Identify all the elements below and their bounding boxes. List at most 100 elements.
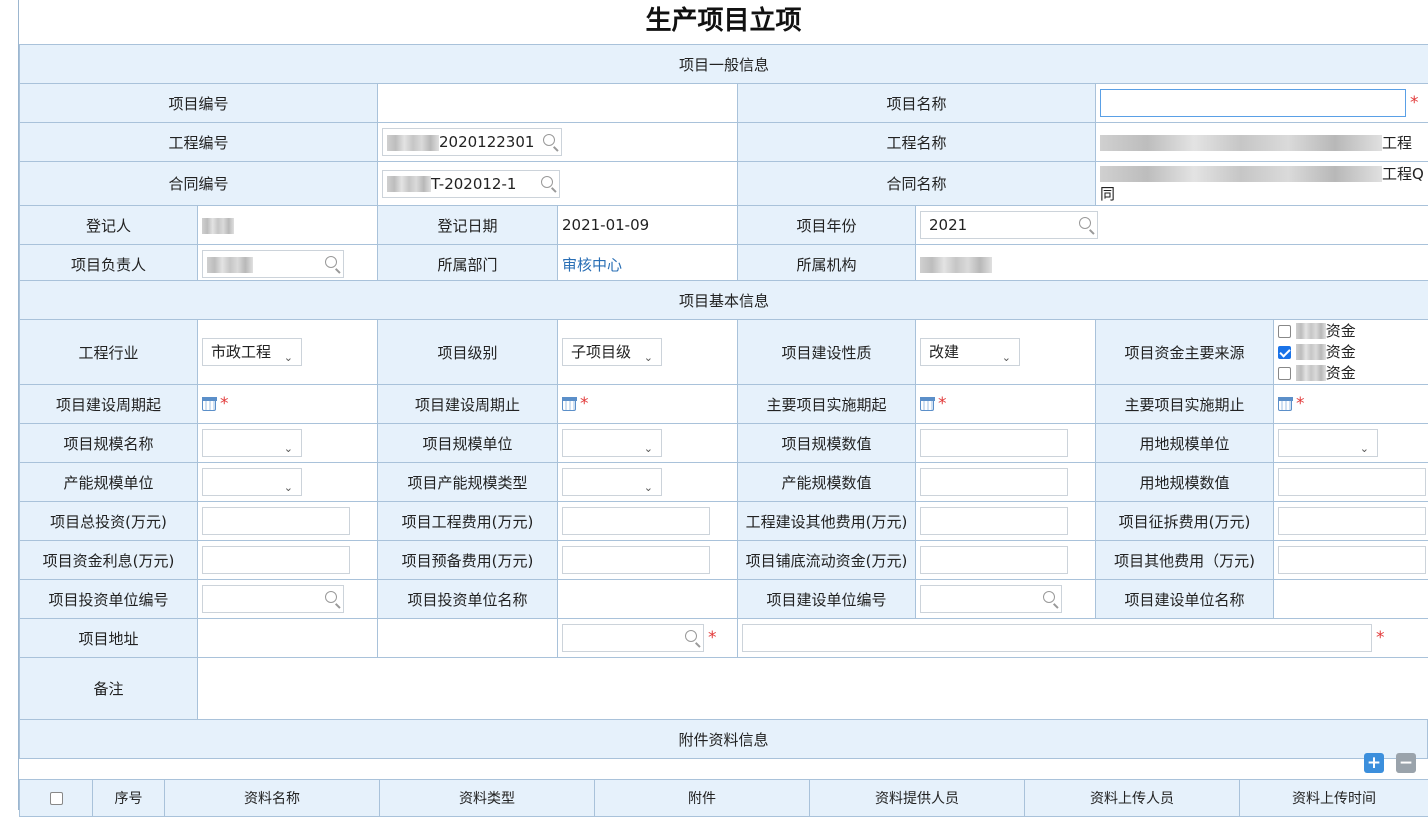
impl-start-label: 主要项目实施期起 xyxy=(738,385,916,424)
industry-select-value: 市政工程 xyxy=(211,343,271,361)
redacted-text xyxy=(1296,365,1326,381)
project-name-cell: * xyxy=(1096,84,1428,123)
fund-option-label: 资金 xyxy=(1326,343,1356,361)
leader-label: 项目负责人 xyxy=(20,245,198,284)
search-icon[interactable] xyxy=(543,134,555,146)
level-select[interactable]: 子项目级⌄ xyxy=(562,338,662,366)
fund-label: 项目资金主要来源 xyxy=(1096,320,1274,385)
scale-name-select[interactable]: ⌄ xyxy=(202,429,302,457)
build-unit-no-input[interactable] xyxy=(920,585,1062,613)
column-header[interactable]: 资料名称 xyxy=(165,780,380,817)
remove-button[interactable]: − xyxy=(1396,753,1416,773)
build-end-label: 项目建设周期止 xyxy=(378,385,558,424)
total-invest-cell xyxy=(198,502,378,541)
add-button[interactable]: + xyxy=(1364,753,1384,773)
other-cost-input[interactable] xyxy=(920,507,1068,535)
column-header[interactable]: 资料上传时间 xyxy=(1240,780,1428,817)
search-icon[interactable] xyxy=(1043,591,1055,603)
section-basic-header: 项目基本信息 xyxy=(20,281,1428,320)
address-district-cell: * xyxy=(558,619,738,658)
total-invest-label: 项目总投资(万元) xyxy=(20,502,198,541)
reg-date-label: 登记日期 xyxy=(378,206,558,245)
project-year-text: 2021 xyxy=(929,216,967,234)
invest-unit-no-input[interactable] xyxy=(202,585,344,613)
registrant-label: 登记人 xyxy=(20,206,198,245)
fund-option-label: 资金 xyxy=(1326,364,1356,382)
invest-unit-no-label: 项目投资单位编号 xyxy=(20,580,198,619)
scale-unit-select[interactable]: ⌄ xyxy=(562,429,662,457)
column-header[interactable]: 资料上传人员 xyxy=(1025,780,1240,817)
interest-label: 项目资金利息(万元) xyxy=(20,541,198,580)
cap-unit-select[interactable]: ⌄ xyxy=(202,468,302,496)
attach-toolbar: + − xyxy=(19,750,1428,778)
scale-name-cell: ⌄ xyxy=(198,424,378,463)
eng-no-input[interactable]: 2020122301 xyxy=(382,128,562,156)
fund-checkbox[interactable] xyxy=(1278,367,1291,380)
chevron-down-icon: ⌄ xyxy=(644,475,653,501)
nature-select[interactable]: 改建⌄ xyxy=(920,338,1020,366)
build-unit-no-cell xyxy=(916,580,1096,619)
project-name-input[interactable] xyxy=(1100,89,1406,117)
select-all-cell xyxy=(20,780,93,817)
fund-option[interactable]: 资金 xyxy=(1278,342,1424,363)
eng-cost-input[interactable] xyxy=(562,507,710,535)
eng-no-text: 2020122301 xyxy=(439,133,534,151)
project-no-label: 项目编号 xyxy=(20,84,378,123)
required-mark: * xyxy=(938,394,947,414)
eng-cost-label: 项目工程费用(万元) xyxy=(378,502,558,541)
fund-checkbox-checked[interactable] xyxy=(1278,346,1291,359)
calendar-icon[interactable] xyxy=(1278,398,1292,411)
industry-select[interactable]: 市政工程⌄ xyxy=(202,338,302,366)
project-year-input[interactable]: 2021 xyxy=(920,211,1098,239)
working-cap-input[interactable] xyxy=(920,546,1068,574)
interest-input[interactable] xyxy=(202,546,350,574)
contract-no-label: 合同编号 xyxy=(20,162,378,206)
contract-no-input[interactable]: T-202012-1 xyxy=(382,170,560,198)
attach-grid-header: 序号 资料名称 资料类型 附件 资料提供人员 资料上传人员 资料上传时间 xyxy=(19,779,1428,817)
fund-option[interactable]: 资金 xyxy=(1278,321,1424,342)
impl-end-cell: * xyxy=(1274,385,1428,424)
required-mark: * xyxy=(1410,93,1419,113)
eng-name-suffix: 工程 xyxy=(1382,134,1412,152)
reg-date-value: 2021-01-09 xyxy=(558,206,738,245)
search-icon[interactable] xyxy=(325,591,337,603)
calendar-icon[interactable] xyxy=(562,398,576,411)
demolish-input[interactable] xyxy=(1278,507,1426,535)
land-value-input[interactable] xyxy=(1278,468,1426,496)
calendar-icon[interactable] xyxy=(202,398,216,411)
industry-label: 工程行业 xyxy=(20,320,198,385)
misc-cost-input[interactable] xyxy=(1278,546,1426,574)
level-select-value: 子项目级 xyxy=(571,343,631,361)
leader-input[interactable] xyxy=(202,250,344,278)
land-unit-select[interactable]: ⌄ xyxy=(1278,429,1378,457)
column-header[interactable]: 资料类型 xyxy=(380,780,595,817)
remark-textarea[interactable] xyxy=(198,658,1428,720)
address-detail-input[interactable] xyxy=(742,624,1372,652)
reserve-input[interactable] xyxy=(562,546,710,574)
page-title: 生产项目立项 xyxy=(19,0,1428,43)
address-district-input[interactable] xyxy=(562,624,704,652)
fund-option[interactable]: 资金 xyxy=(1278,363,1424,384)
cap-value-label: 产能规模数值 xyxy=(738,463,916,502)
fund-checkbox[interactable] xyxy=(1278,325,1291,338)
search-icon[interactable] xyxy=(325,256,337,268)
cap-value-input[interactable] xyxy=(920,468,1068,496)
search-icon[interactable] xyxy=(541,176,553,188)
column-header[interactable]: 附件 xyxy=(595,780,810,817)
basic-info-table: 项目基本信息 工程行业 市政工程⌄ 项目级别 子项目级⌄ 项目建设性质 改建⌄ … xyxy=(19,280,1428,720)
level-cell: 子项目级⌄ xyxy=(558,320,738,385)
select-all-checkbox[interactable] xyxy=(50,792,63,805)
cap-unit-cell: ⌄ xyxy=(198,463,378,502)
scale-value-input[interactable] xyxy=(920,429,1068,457)
cap-type-label: 项目产能规模类型 xyxy=(378,463,558,502)
demolish-label: 项目征拆费用(万元) xyxy=(1096,502,1274,541)
calendar-icon[interactable] xyxy=(920,398,934,411)
cap-type-select[interactable]: ⌄ xyxy=(562,468,662,496)
search-icon[interactable] xyxy=(685,630,697,642)
contract-name-line2: 同 xyxy=(1100,185,1115,203)
total-invest-input[interactable] xyxy=(202,507,350,535)
column-header[interactable]: 资料提供人员 xyxy=(810,780,1025,817)
search-icon[interactable] xyxy=(1079,217,1091,229)
other-cost-label: 工程建设其他费用(万元) xyxy=(738,502,916,541)
column-header[interactable]: 序号 xyxy=(93,780,165,817)
